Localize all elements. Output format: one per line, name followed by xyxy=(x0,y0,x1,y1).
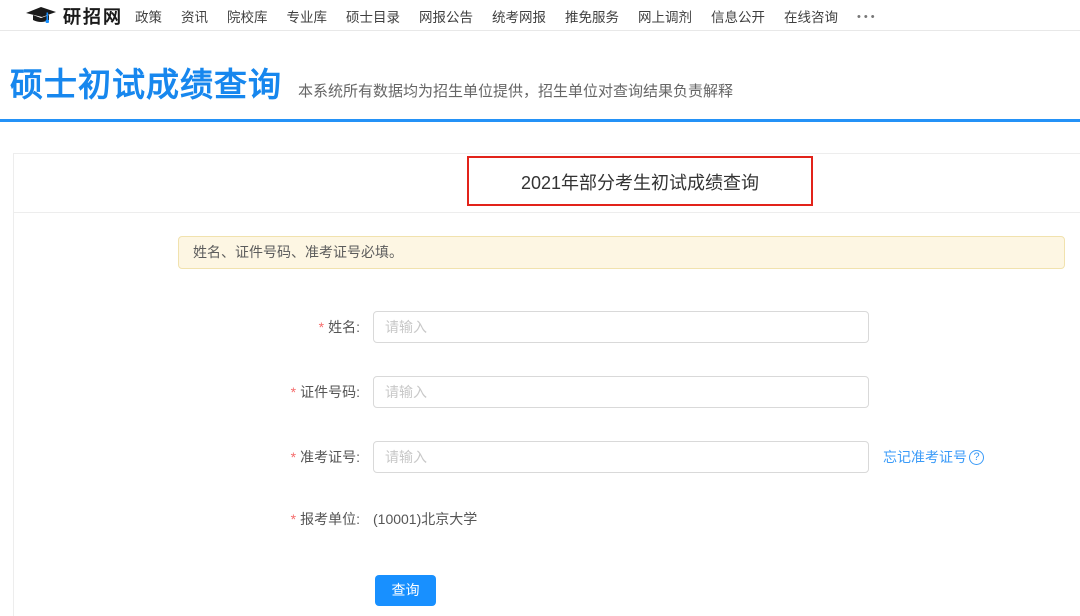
nav-item-major-library[interactable]: 专业库 xyxy=(287,6,328,26)
id-number-label: * 证件号码: xyxy=(250,382,360,402)
top-nav: 研招网 政策 资讯 院校库 专业库 硕士目录 网报公告 统考网报 推免服务 网上… xyxy=(0,0,1080,31)
form-row-submit: 查询 xyxy=(375,574,436,606)
card-header: 2021年部分考生初试成绩查询 xyxy=(14,154,1080,213)
name-input[interactable] xyxy=(373,311,869,343)
nav-item-online-adjustment[interactable]: 网上调剂 xyxy=(638,6,692,26)
id-number-label-text: 证件号码: xyxy=(300,382,360,402)
required-asterisk: * xyxy=(291,384,296,400)
page-subtitle: 本系统所有数据均为招生单位提供，招生单位对查询结果负责解释 xyxy=(298,80,733,101)
admission-ticket-label: * 准考证号: xyxy=(250,447,360,467)
nav-item-news[interactable]: 资讯 xyxy=(181,6,208,26)
required-fields-alert: 姓名、证件号码、准考证号必填。 xyxy=(178,236,1065,269)
nav-item-policy[interactable]: 政策 xyxy=(135,6,162,26)
admission-ticket-input[interactable] xyxy=(373,441,869,473)
form-row-target-university: * 报考单位: (10001)北京大学 xyxy=(250,503,477,535)
target-university-value: (10001)北京大学 xyxy=(373,509,477,529)
target-university-label-text: 报考单位: xyxy=(300,509,360,529)
form-row-name: * 姓名: xyxy=(250,311,869,343)
required-asterisk: * xyxy=(291,511,296,527)
graduation-cap-icon xyxy=(26,6,56,26)
page-title: 硕士初试成绩查询 xyxy=(10,58,282,106)
nav-item-info-disclosure[interactable]: 信息公开 xyxy=(711,6,765,26)
logo-text: 研招网 xyxy=(63,3,123,29)
required-asterisk: * xyxy=(291,449,296,465)
nav-item-college-library[interactable]: 院校库 xyxy=(227,6,268,26)
forgot-ticket-link-text: 忘记准考证号 xyxy=(883,447,967,467)
alert-text: 姓名、证件号码、准考证号必填。 xyxy=(193,244,403,260)
site-logo[interactable]: 研招网 xyxy=(26,0,123,31)
nav-item-unified-exam-report[interactable]: 统考网报 xyxy=(492,6,546,26)
nav-menu: 政策 资讯 院校库 专业库 硕士目录 网报公告 统考网报 推免服务 网上调剂 信… xyxy=(135,0,878,31)
card-title: 2021年部分考生初试成绩查询 xyxy=(521,154,759,213)
required-asterisk: * xyxy=(319,319,324,335)
form-row-id-number: * 证件号码: xyxy=(250,376,869,408)
target-university-label: * 报考单位: xyxy=(250,509,360,529)
id-number-input[interactable] xyxy=(373,376,869,408)
page: 研招网 政策 资讯 院校库 专业库 硕士目录 网报公告 统考网报 推免服务 网上… xyxy=(0,0,1080,616)
nav-item-online-consult[interactable]: 在线咨询 xyxy=(784,6,838,26)
name-label: * 姓名: xyxy=(250,317,360,337)
nav-item-report-notice[interactable]: 网报公告 xyxy=(419,6,473,26)
nav-item-master-catalog[interactable]: 硕士目录 xyxy=(346,6,400,26)
forgot-ticket-link[interactable]: 忘记准考证号 ? xyxy=(883,447,984,467)
admission-ticket-label-text: 准考证号: xyxy=(300,447,360,467)
form-row-admission-ticket: * 准考证号: 忘记准考证号 ? xyxy=(250,441,984,473)
name-label-text: 姓名: xyxy=(328,317,360,337)
help-icon: ? xyxy=(969,450,984,465)
nav-item-exemption-service[interactable]: 推免服务 xyxy=(565,6,619,26)
query-button[interactable]: 查询 xyxy=(375,575,436,606)
blue-divider xyxy=(0,119,1080,122)
nav-more-icon[interactable]: ••• xyxy=(857,9,878,23)
page-header: 硕士初试成绩查询 本系统所有数据均为招生单位提供，招生单位对查询结果负责解释 xyxy=(10,58,733,106)
